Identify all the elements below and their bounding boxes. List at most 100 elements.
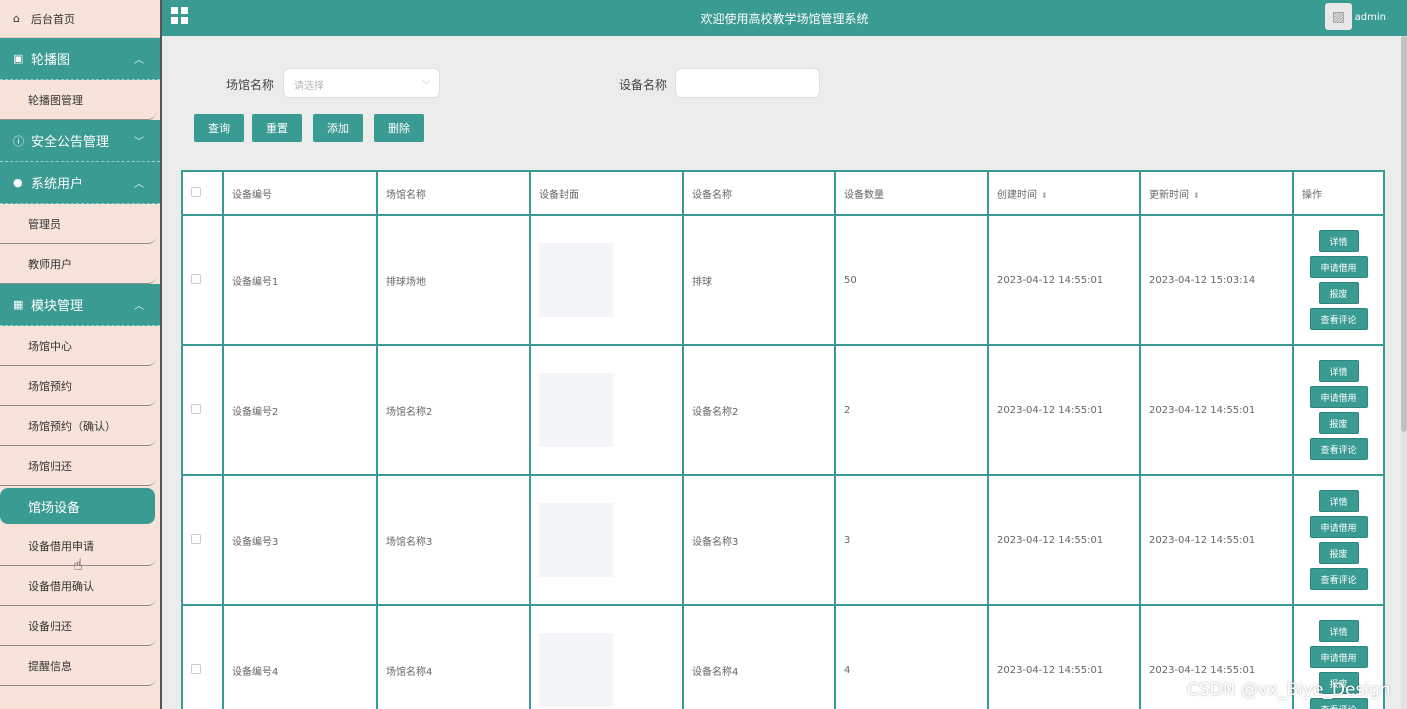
username[interactable]: admin <box>1355 12 1386 23</box>
sidebar-item-teacher[interactable]: 教师用户 <box>0 244 156 284</box>
detail-button[interactable]: 详情 <box>1318 360 1359 382</box>
cover-image <box>539 633 613 707</box>
sidebar-item-label: 管理员 <box>28 217 61 231</box>
cell-updated: 2023-04-12 14:55:01 <box>1139 474 1294 606</box>
table-header-row: 设备编号 场馆名称 设备封面 设备名称 设备数量 创建时间 ⬍ 更新时间 ⬍ 操作 <box>181 170 1385 216</box>
page-title: 欢迎使用高校教学场馆管理系统 <box>700 12 869 26</box>
borrow-button[interactable]: 申请借用 <box>1309 386 1368 408</box>
cell-name: 设备名称4 <box>682 604 836 709</box>
sidebar-group-modules[interactable]: ▦ 模块管理 ︿ <box>0 284 160 326</box>
cell-qty: 4 <box>834 604 989 709</box>
sidebar-group-users[interactable]: ● 系统用户 ︿ <box>0 162 160 204</box>
sort-icon[interactable]: ⬍ <box>1193 191 1200 200</box>
chevron-down-icon: ﹀ <box>134 137 144 148</box>
sidebar-group-label: 系统用户 <box>31 177 84 192</box>
borrow-button[interactable]: 申请借用 <box>1309 516 1368 538</box>
header-cell: 设备数量 <box>834 170 989 216</box>
sort-icon[interactable]: ⬍ <box>1041 191 1048 200</box>
chevron-down-icon: ⌵ <box>422 76 430 87</box>
cell-code: 设备编号1 <box>222 214 378 346</box>
view-comments-button[interactable]: 查看评论 <box>1309 438 1368 460</box>
scrap-button[interactable]: 报废 <box>1318 542 1359 564</box>
header-cell-sortable[interactable]: 创建时间 ⬍ <box>987 170 1141 216</box>
sidebar-item-venue-booking[interactable]: 场馆预约 <box>0 366 156 406</box>
cover-image <box>539 373 613 447</box>
chevron-up-icon: ︿ <box>134 301 144 312</box>
detail-button[interactable]: 详情 <box>1318 620 1359 642</box>
sidebar-item-venue-equipment[interactable]: 馆场设备 <box>0 488 155 524</box>
sidebar-group-notice[interactable]: ⓘ 安全公告管理 ﹀ <box>0 120 160 162</box>
cell-updated: 2023-04-12 14:55:01 <box>1139 344 1294 476</box>
view-comments-button[interactable]: 查看评论 <box>1309 308 1368 330</box>
delete-button[interactable]: 删除 <box>374 114 424 142</box>
sidebar-item-admin[interactable]: 管理员 <box>0 204 156 244</box>
grid-icon: ▦ <box>13 298 24 311</box>
view-comments-button[interactable]: 查看评论 <box>1309 568 1368 590</box>
header-cell: 设备编号 <box>222 170 378 216</box>
detail-button[interactable]: 详情 <box>1318 230 1359 252</box>
add-button[interactable]: 添加 <box>313 114 363 142</box>
select-all-checkbox[interactable] <box>191 186 201 197</box>
venue-select[interactable]: 请选择 ⌵ <box>283 68 440 98</box>
sidebar-item-label: 设备归还 <box>28 619 72 633</box>
avatar[interactable]: ▨ <box>1325 3 1352 30</box>
cover-image <box>539 503 613 577</box>
header-label: 更新时间 <box>1149 189 1189 201</box>
sidebar-item-label: 教师用户 <box>28 257 72 271</box>
cell-qty: 50 <box>834 214 989 346</box>
sidebar-group-carousel[interactable]: ▣ 轮播图 ︿ <box>0 38 160 80</box>
sidebar-item-venue-return[interactable]: 场馆归还 <box>0 446 156 486</box>
row-checkbox[interactable] <box>191 533 201 544</box>
sidebar-item-carousel-manage[interactable]: 轮播图管理 <box>0 80 156 120</box>
vertical-scrollbar[interactable] <box>1401 36 1407 709</box>
info-icon: ⓘ <box>13 134 24 148</box>
scrap-button[interactable]: 报废 <box>1318 282 1359 304</box>
reset-button[interactable]: 重置 <box>252 114 302 142</box>
venue-select-placeholder: 请选择 <box>294 81 324 92</box>
header-label: 创建时间 <box>997 189 1037 201</box>
sidebar-group-label: 轮播图 <box>31 53 71 68</box>
watermark: CSDN @vx_Biye_Design <box>1187 680 1391 700</box>
row-checkbox[interactable] <box>191 663 201 674</box>
cell-name: 设备名称2 <box>682 344 836 476</box>
image-icon: ▨ <box>1331 8 1346 25</box>
row-checkbox[interactable] <box>191 403 201 414</box>
cell-created: 2023-04-12 14:55:01 <box>987 344 1141 476</box>
cell-venue: 场馆名称4 <box>376 604 531 709</box>
sidebar-item-reminder[interactable]: 提醒信息 <box>0 646 156 686</box>
user-icon: ● <box>13 176 23 189</box>
scrollbar-thumb[interactable] <box>1401 36 1407 432</box>
cell-name: 设备名称3 <box>682 474 836 606</box>
row-checkbox[interactable] <box>191 273 201 284</box>
chevron-up-icon: ︿ <box>134 179 144 190</box>
sidebar-item-equipment-return[interactable]: 设备归还 <box>0 606 156 646</box>
sidebar-item-label: 设备借用申请 <box>28 539 94 553</box>
scrap-button[interactable]: 报废 <box>1318 412 1359 434</box>
sidebar-item-venue-booking-confirm[interactable]: 场馆预约（确认） <box>0 406 156 446</box>
cell-created: 2023-04-12 14:55:01 <box>987 604 1141 709</box>
cell-venue: 排球场地 <box>376 214 531 346</box>
sidebar: ⌂ 后台首页 ▣ 轮播图 ︿ 轮播图管理 ⓘ 安全公告管理 ﹀ ● 系统用户 ︿… <box>0 0 162 709</box>
cell-venue: 场馆名称3 <box>376 474 531 606</box>
cell-venue: 场馆名称2 <box>376 344 531 476</box>
cell-name: 排球 <box>682 214 836 346</box>
sidebar-item-venue-center[interactable]: 场馆中心 <box>0 326 156 366</box>
sidebar-group-label: 模块管理 <box>31 299 84 314</box>
equipment-label: 设备名称 <box>619 78 668 92</box>
header-cell-sortable[interactable]: 更新时间 ⬍ <box>1139 170 1294 216</box>
sidebar-home[interactable]: ⌂ 后台首页 <box>0 0 160 38</box>
borrow-button[interactable]: 申请借用 <box>1309 646 1368 668</box>
sidebar-item-label: 馆场设备 <box>28 500 81 516</box>
header-cell: 操作 <box>1292 170 1385 216</box>
select-all-cell[interactable] <box>181 170 224 216</box>
sidebar-item-label: 场馆预约 <box>28 379 72 393</box>
query-button[interactable]: 查询 <box>194 114 244 142</box>
pointer-cursor-icon: ☝ <box>73 555 83 574</box>
image-icon: ▣ <box>13 52 24 65</box>
table-row: 设备编号1 排球场地 排球 50 2023-04-12 14:55:01 202… <box>181 214 1385 346</box>
borrow-button[interactable]: 申请借用 <box>1309 256 1368 278</box>
sidebar-item-label: 场馆预约（确认） <box>28 419 116 433</box>
equipment-name-input[interactable] <box>675 68 820 98</box>
cell-code: 设备编号3 <box>222 474 378 606</box>
detail-button[interactable]: 详情 <box>1318 490 1359 512</box>
